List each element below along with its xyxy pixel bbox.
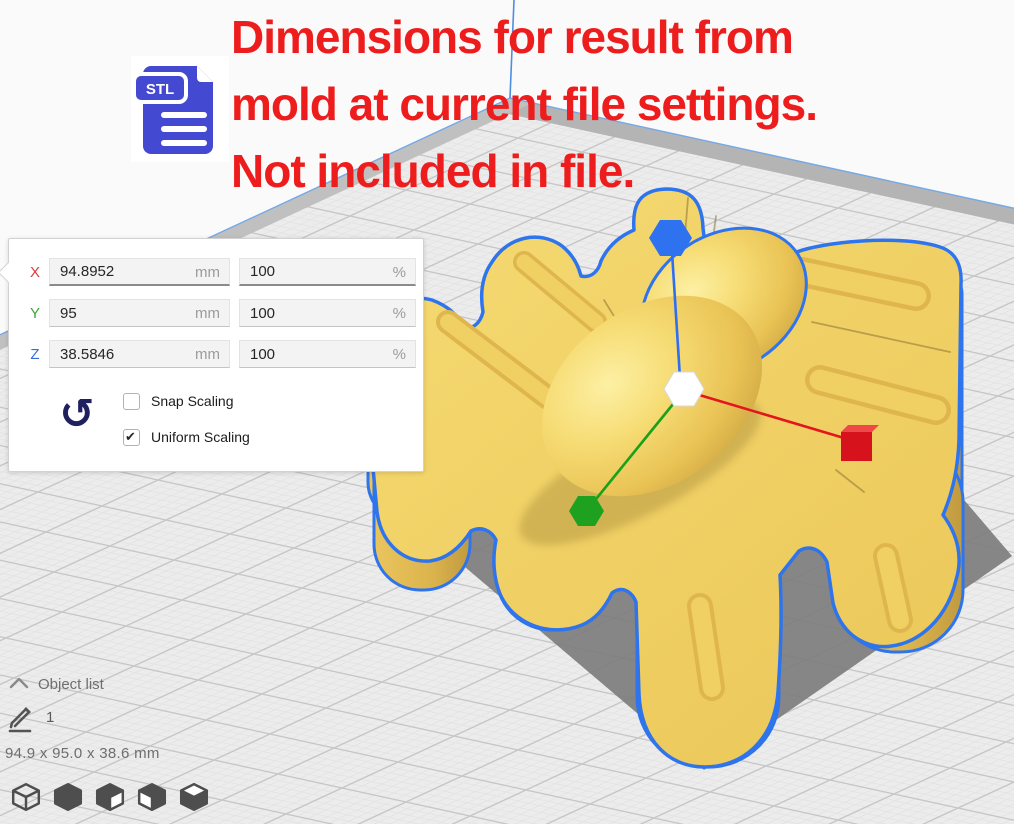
x-percent-input[interactable] <box>240 259 415 284</box>
object-list-collapse-icon[interactable] <box>8 676 32 690</box>
document-text-lines <box>161 112 207 146</box>
stl-badge-label: STL <box>146 81 174 98</box>
axis-label-x: X <box>27 264 43 281</box>
object-count: 1 <box>46 709 54 726</box>
z-size-input[interactable] <box>50 341 229 367</box>
y-percent-input[interactable] <box>240 300 415 326</box>
uniform-scaling-label: Uniform Scaling <box>151 429 250 445</box>
uniform-scaling-checkbox[interactable]: ✔ <box>123 429 140 446</box>
view-right-icon[interactable] <box>178 782 210 812</box>
view-top-icon[interactable] <box>94 782 126 812</box>
scale-row-y: Y mm % <box>9 299 423 329</box>
snap-scaling-row[interactable]: ✔ Snap Scaling <box>123 391 234 411</box>
model-dimensions-readout: 94.9 x 95.0 x 38.6 mm <box>5 745 160 762</box>
z-percent-input[interactable] <box>240 341 415 367</box>
checkmark-icon: ✔ <box>125 429 136 445</box>
scale-row-x: X mm % <box>9 258 423 288</box>
scale-row-z: Z mm % <box>9 340 423 370</box>
snap-scaling-checkbox[interactable]: ✔ <box>123 393 140 410</box>
x-size-input[interactable] <box>50 259 229 284</box>
snap-scaling-label: Snap Scaling <box>151 393 234 409</box>
scale-tool-panel: X mm % Y mm % Z mm % ↺ <box>8 238 424 472</box>
view-left-icon[interactable] <box>136 782 168 812</box>
axis-label-y: Y <box>27 305 43 322</box>
view-3d-icon[interactable] <box>10 782 42 812</box>
uniform-scaling-row[interactable]: ✔ Uniform Scaling <box>123 427 250 447</box>
camera-view-toolbar <box>10 782 210 812</box>
axis-label-z: Z <box>27 346 43 363</box>
document-fold <box>197 66 213 82</box>
y-size-input[interactable] <box>50 300 229 326</box>
edit-pencil-icon[interactable] <box>7 705 35 733</box>
stl-file-icon: STL <box>131 56 229 162</box>
object-list-title[interactable]: Object list <box>38 676 104 693</box>
view-front-icon[interactable] <box>52 782 84 812</box>
reset-scale-button[interactable]: ↺ <box>53 387 101 441</box>
